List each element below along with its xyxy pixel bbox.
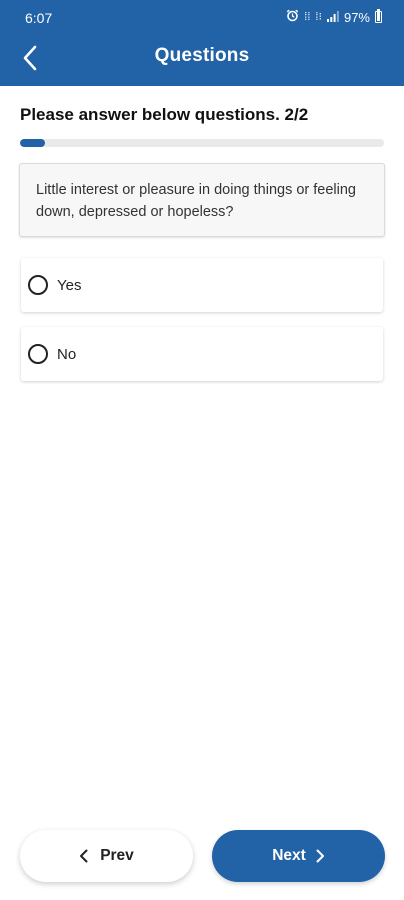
battery-percent: 97%	[343, 9, 370, 25]
option-yes[interactable]: Yes	[21, 258, 383, 312]
battery-icon	[375, 9, 382, 23]
status-icons: ⁞⁞ ⁞⁝ 97%	[286, 9, 382, 25]
alarm-icon	[286, 9, 299, 25]
lte-icon: ⁞⁝	[315, 11, 322, 23]
radio-unchecked-icon[interactable]	[28, 275, 48, 295]
page-title: Questions	[154, 45, 250, 66]
option-label: No	[57, 345, 77, 363]
chevron-left-icon	[79, 849, 88, 863]
app-header: 6:07 ⁞⁞ ⁞⁝ 97% Questions	[0, 0, 404, 86]
prev-button[interactable]: Prev	[20, 830, 193, 882]
chevron-right-icon	[316, 849, 325, 863]
next-label: Next	[272, 847, 306, 864]
option-no[interactable]: No	[21, 327, 383, 381]
radio-unchecked-icon[interactable]	[28, 344, 48, 364]
volte-icon: ⁞⁞	[304, 11, 311, 23]
question-instruction: Please answer below questions. 2/2	[20, 105, 309, 124]
status-bar: 6:07 ⁞⁞ ⁞⁝ 97%	[0, 0, 404, 34]
status-time: 6:07	[25, 10, 53, 26]
question-text: Little interest or pleasure in doing thi…	[36, 182, 356, 220]
prev-label: Prev	[100, 847, 134, 864]
progress-bar	[20, 139, 384, 147]
question-card: Little interest or pleasure in doing thi…	[19, 163, 385, 237]
next-button[interactable]: Next	[212, 830, 385, 882]
progress-fill	[20, 139, 46, 147]
signal-icon	[326, 10, 339, 25]
option-label: Yes	[57, 276, 82, 294]
